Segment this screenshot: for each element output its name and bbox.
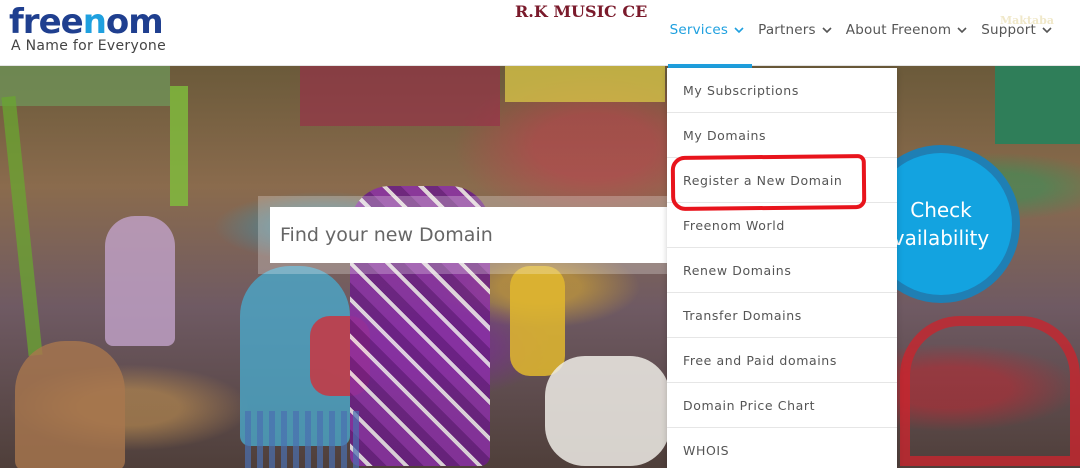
logo-wordmark: freenom	[9, 2, 164, 42]
nav-about-label: About Freenom	[845, 22, 952, 38]
nav-about-freenom[interactable]: About Freenom	[846, 22, 967, 38]
nav-partners[interactable]: Partners	[758, 22, 832, 38]
menu-item-my-domains[interactable]: My Domains	[667, 113, 897, 158]
green-pole	[170, 86, 188, 206]
menu-item-freenom-world[interactable]: Freenom World	[667, 203, 897, 248]
shop-sign-text: R.K MUSIC CE	[515, 2, 648, 21]
chevron-down-icon	[734, 27, 744, 34]
domain-search-input[interactable]	[270, 207, 680, 263]
shop-sign	[505, 66, 665, 102]
person-figure	[510, 266, 565, 376]
person-figure	[105, 216, 175, 346]
menu-item-free-and-paid-domains[interactable]: Free and Paid domains	[667, 338, 897, 383]
menu-item-register-new-domain[interactable]: Register a New Domain	[667, 158, 897, 203]
market-awning	[0, 66, 170, 106]
nav-partners-label: Partners	[758, 22, 816, 38]
chevron-down-icon	[957, 27, 967, 34]
menu-item-renew-domains[interactable]: Renew Domains	[667, 248, 897, 293]
check-label-line2: vailability	[892, 226, 990, 250]
menu-item-transfer-domains[interactable]: Transfer Domains	[667, 293, 897, 338]
nav-services[interactable]: Services	[670, 22, 745, 38]
menu-item-whois[interactable]: WHOIS	[667, 428, 897, 468]
check-label-line1: Check	[910, 198, 972, 222]
chevron-down-icon	[822, 27, 832, 34]
cart	[245, 411, 365, 468]
main-nav: Services Partners About Freenom Support	[670, 22, 1052, 38]
green-pole	[1, 95, 43, 357]
menu-item-domain-price-chart[interactable]: Domain Price Chart	[667, 383, 897, 428]
child-figure	[15, 341, 125, 468]
menu-item-my-subscriptions[interactable]: My Subscriptions	[667, 68, 897, 113]
logo-tagline: A Name for Everyone	[11, 38, 167, 54]
freenom-logo[interactable]: freenom A Name for Everyone	[9, 4, 166, 54]
shop-sign-right-text: Maktaba	[1000, 14, 1054, 27]
rickshaw	[900, 316, 1080, 466]
sack	[545, 356, 670, 466]
nav-services-label: Services	[669, 22, 729, 38]
shop-banner	[300, 66, 500, 126]
shop-sign-green	[995, 66, 1080, 144]
services-dropdown-menu: My Subscriptions My Domains Register a N…	[667, 68, 897, 468]
